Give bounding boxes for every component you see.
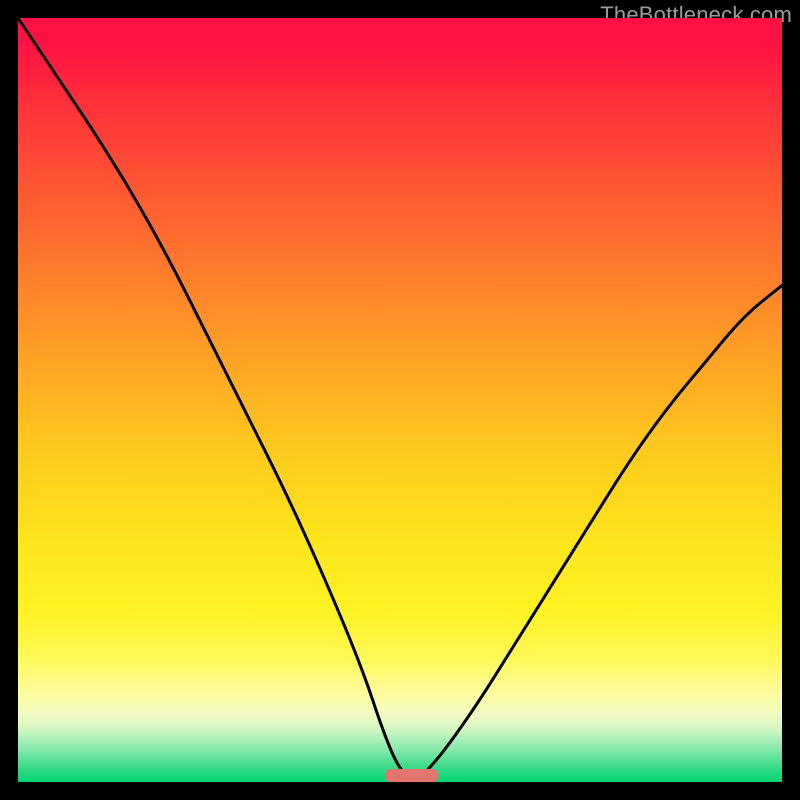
chart-frame: TheBottleneck.com	[0, 0, 800, 800]
plot-area	[18, 18, 782, 782]
optimal-marker	[18, 18, 782, 782]
